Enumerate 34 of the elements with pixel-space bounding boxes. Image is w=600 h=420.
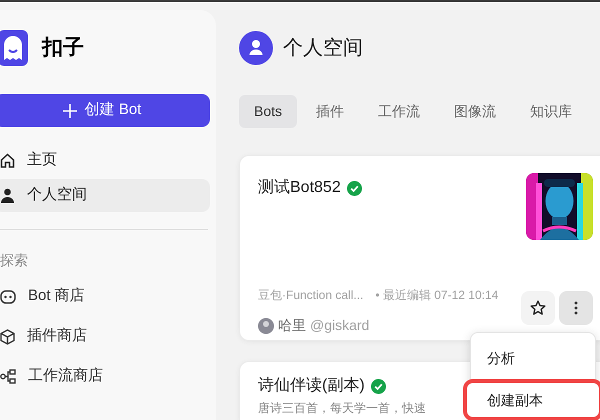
favorite-button[interactable] bbox=[521, 291, 555, 325]
author-handle: @giskard bbox=[310, 316, 370, 335]
plus-icon bbox=[62, 104, 77, 118]
bot-title: 诗仙伴读(副本) bbox=[258, 376, 365, 396]
star-icon bbox=[530, 300, 546, 316]
section-heading: 探索 bbox=[0, 251, 29, 270]
author-name: 哈里 bbox=[278, 316, 306, 335]
page-title: 个人空间 bbox=[283, 36, 363, 61]
nav-item[interactable]: 工作流商店 bbox=[0, 360, 206, 393]
menu-item[interactable]: 创建副本 bbox=[467, 383, 599, 417]
tab[interactable]: 插件 bbox=[301, 95, 360, 128]
tab[interactable]: 工作流 bbox=[363, 95, 436, 128]
nav-item[interactable]: 个人空间 bbox=[0, 179, 210, 212]
button-label: 创建 Bot bbox=[84, 100, 142, 120]
create-bot-button[interactable]: 创建 Bot bbox=[0, 94, 210, 127]
app-name: 扣子 bbox=[42, 35, 84, 62]
home-icon bbox=[0, 153, 15, 168]
more-icon bbox=[574, 301, 578, 315]
person-icon bbox=[0, 188, 15, 203]
tab[interactable]: Bots bbox=[239, 95, 298, 128]
edit-time: • 最近编辑 07-12 10:14 bbox=[375, 287, 498, 304]
tab[interactable]: 图像流 bbox=[439, 95, 512, 128]
tab[interactable]: 知识库 bbox=[515, 95, 588, 128]
bot-icon bbox=[0, 290, 16, 304]
bot-card[interactable]: 测试Bot852 豆包·Function call... • 最近编辑 07-12 10:14 哈里 @giskard bbox=[239, 155, 600, 341]
author-avatar-icon bbox=[258, 318, 274, 334]
cube-icon bbox=[0, 328, 15, 344]
nav-item[interactable]: Bot 商店 bbox=[0, 280, 206, 313]
bot-title: 测试Bot852 bbox=[258, 178, 341, 198]
nav-item[interactable]: 主页 bbox=[0, 144, 210, 177]
nav-item[interactable]: 插件商店 bbox=[0, 320, 206, 353]
model-name: 豆包·Function call... bbox=[258, 287, 364, 304]
workflow-icon bbox=[0, 369, 16, 384]
user-avatar-icon bbox=[239, 31, 273, 65]
